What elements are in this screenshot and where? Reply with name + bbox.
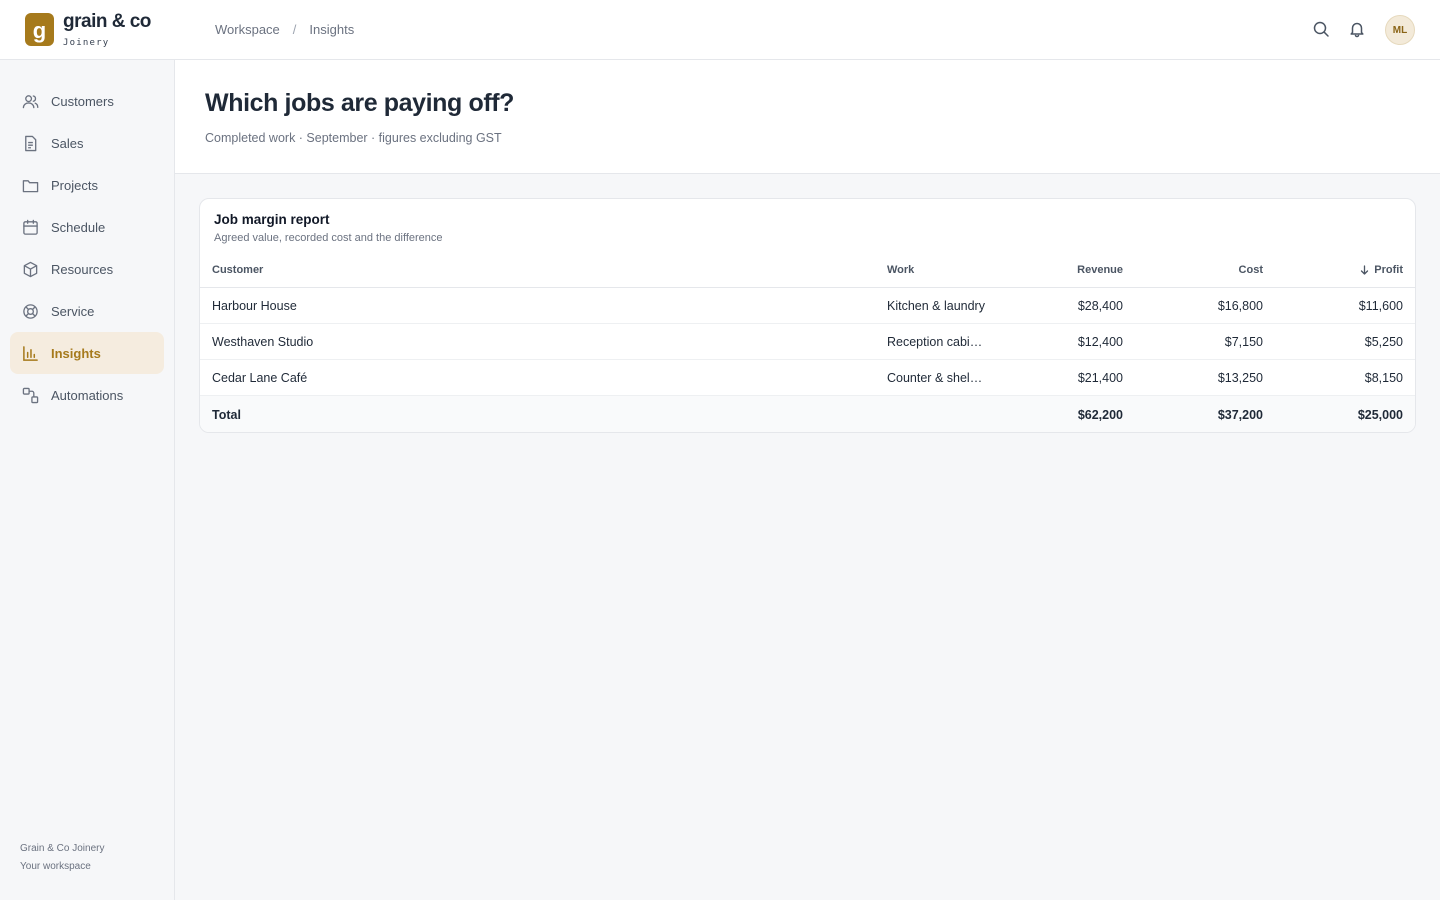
breadcrumb-workspace[interactable]: Workspace xyxy=(215,22,280,37)
cell-profit: $5,250 xyxy=(1364,334,1403,349)
card-title: Job margin report xyxy=(214,212,330,227)
users-icon xyxy=(22,94,39,108)
cell-work: Kitchen & laundry xyxy=(887,288,987,323)
column-header-revenue[interactable]: Revenue xyxy=(1023,253,1123,287)
breadcrumb: Workspace / Insights xyxy=(215,22,354,37)
sidebar-item-resources[interactable]: Resources xyxy=(10,248,164,290)
bell-icon[interactable] xyxy=(1348,20,1366,38)
sidebar-footer: Grain & Co Joinery Your workspace xyxy=(20,840,104,876)
sidebar-item-insights[interactable]: Insights xyxy=(10,332,164,374)
arrow-down-icon xyxy=(1361,265,1369,275)
table-row[interactable]: Cedar Lane Café Counter & shelving $21,4… xyxy=(200,360,1415,396)
folder-icon xyxy=(22,179,39,192)
sidebar-item-sales[interactable]: Sales xyxy=(10,122,164,164)
sidebar-item-schedule[interactable]: Schedule xyxy=(10,206,164,248)
breadcrumb-separator: / xyxy=(292,22,297,37)
column-header-profit-label: Profit xyxy=(1374,264,1403,276)
bar-chart-icon xyxy=(23,345,38,361)
job-margin-report-card: Job margin report Agreed value, recorded… xyxy=(199,198,1416,433)
sidebar-item-label: Automations xyxy=(51,387,124,403)
sidebar-item-projects[interactable]: Projects xyxy=(10,164,164,206)
table-total-row: Total $62,200 $37,200 $25,000 xyxy=(200,396,1415,432)
table-row[interactable]: Harbour House Kitchen & laundry $28,400 … xyxy=(200,288,1415,324)
search-icon[interactable] xyxy=(1312,20,1330,38)
cell-profit: $11,600 xyxy=(1358,298,1403,313)
sidebar-item-service[interactable]: Service xyxy=(10,290,164,332)
total-cost: $37,200 xyxy=(1217,407,1263,422)
automation-icon xyxy=(22,387,39,403)
brand-subtitle: Joinery xyxy=(63,38,110,48)
cell-work: Counter & shelving xyxy=(887,360,987,395)
calendar-icon xyxy=(23,219,38,235)
cell-revenue: $21,400 xyxy=(1077,370,1123,385)
table-header-row: Customer Work Revenue Cost Profit xyxy=(200,253,1415,288)
sidebar-item-automations[interactable]: Automations xyxy=(10,374,164,416)
cell-revenue: $28,400 xyxy=(1077,298,1123,313)
cell-revenue: $12,400 xyxy=(1077,334,1123,349)
sidebar-item-label: Schedule xyxy=(51,219,106,235)
sidebar-item-customers[interactable]: Customers xyxy=(10,80,164,122)
top-bar: g grain & co Joinery Workspace / Insight… xyxy=(0,0,1440,60)
page-header: Which jobs are paying off? Completed wor… xyxy=(175,60,1440,174)
cell-cost: $16,800 xyxy=(1217,298,1263,313)
column-header-work[interactable]: Work xyxy=(887,253,987,287)
cell-cost: $13,250 xyxy=(1217,370,1263,385)
job-margin-table: Customer Work Revenue Cost Profit Harbou… xyxy=(200,253,1415,432)
footer-company: Grain & Co Joinery xyxy=(20,843,105,854)
cell-cost: $7,150 xyxy=(1224,334,1263,349)
table-row[interactable]: Westhaven Studio Reception cabinetry $12… xyxy=(200,324,1415,360)
box-icon xyxy=(23,261,38,277)
sidebar-item-label: Customers xyxy=(51,93,114,109)
user-avatar[interactable]: ML xyxy=(1385,15,1415,45)
total-label: Total xyxy=(212,407,241,422)
sidebar-item-label: Sales xyxy=(51,135,84,151)
cell-work-text: Counter & shelving xyxy=(887,370,987,385)
column-header-cost[interactable]: Cost xyxy=(1163,253,1263,287)
page-subtitle: Completed work · September · figures exc… xyxy=(205,131,502,145)
cell-work: Reception cabinetry xyxy=(887,324,987,359)
cell-customer: Cedar Lane Café xyxy=(212,370,308,385)
breadcrumb-insights[interactable]: Insights xyxy=(309,22,354,37)
footer-workspace: Your workspace xyxy=(20,861,91,872)
cell-customer: Westhaven Studio xyxy=(212,334,314,349)
cell-customer: Harbour House xyxy=(212,298,297,313)
sidebar-item-label: Projects xyxy=(51,177,98,193)
column-header-customer[interactable]: Customer xyxy=(212,253,812,287)
cell-work-text: Reception cabinetry xyxy=(887,334,987,349)
sidebar-item-label: Insights xyxy=(51,345,101,361)
brand-name: grain & co xyxy=(63,11,151,32)
page-title: Which jobs are paying off? xyxy=(205,89,515,117)
lifebuoy-icon xyxy=(23,303,38,319)
document-icon xyxy=(25,135,37,151)
sidebar-item-label: Resources xyxy=(51,261,114,277)
cell-profit: $8,150 xyxy=(1364,370,1403,385)
logo-mark[interactable]: g xyxy=(25,13,54,46)
column-header-profit[interactable]: Profit xyxy=(1303,253,1403,287)
sidebar: Customers Sales Projects Schedule Resour… xyxy=(0,60,175,900)
sidebar-item-label: Service xyxy=(51,303,95,319)
cell-work-text: Kitchen & laundry xyxy=(887,298,985,313)
card-subtitle: Agreed value, recorded cost and the diff… xyxy=(214,232,443,244)
total-revenue: $62,200 xyxy=(1077,407,1123,422)
total-profit: $25,000 xyxy=(1357,407,1403,422)
